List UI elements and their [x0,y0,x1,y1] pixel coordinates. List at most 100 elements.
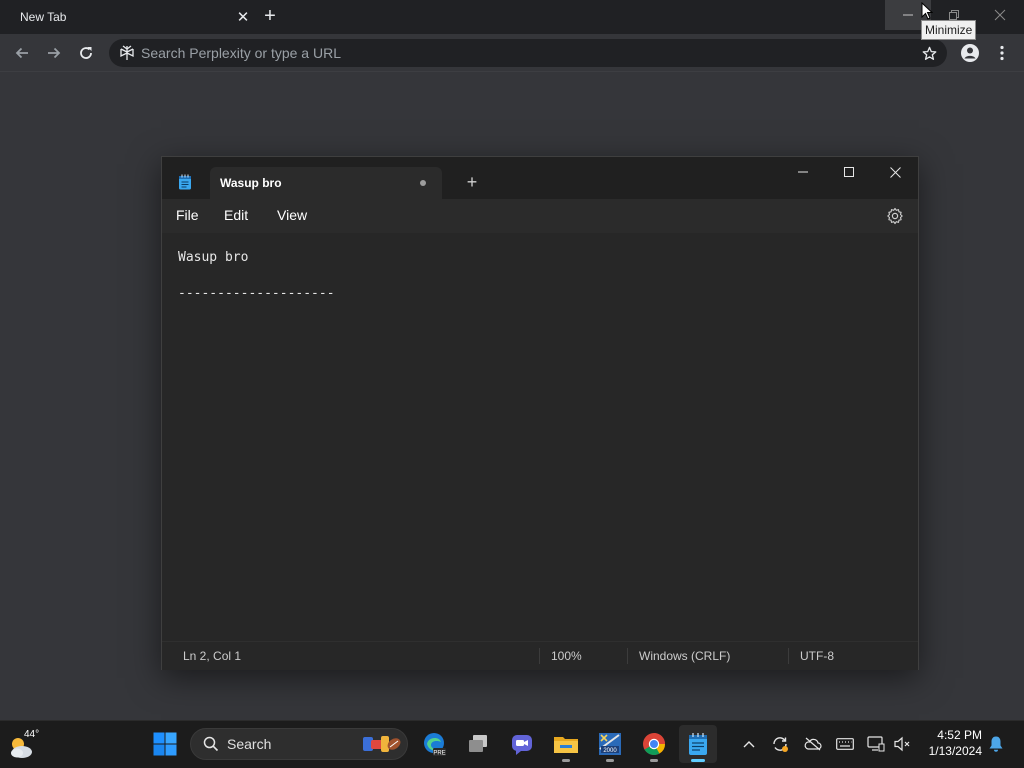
start-button[interactable] [146,725,184,763]
minimize-icon [798,171,808,173]
maximize-icon [844,167,854,177]
back-button[interactable] [10,41,34,65]
new-tab-button[interactable]: + [259,5,281,27]
taskbar: 44° Search PRE 2000 4:52 PM 1/13/2024 [0,720,1024,768]
reload-icon [80,47,92,59]
menu-view[interactable]: View [277,207,307,223]
running-indicator [562,759,570,762]
notepad-new-tab-button[interactable]: + [462,172,482,192]
address-bar[interactable]: Search Perplexity or type a URL [109,39,947,67]
network-icon [867,736,885,752]
notification-bell-icon[interactable] [988,735,1004,753]
clock-date: 1/13/2024 [928,744,982,758]
tray-volume-button[interactable] [893,735,911,753]
notepad-icon [689,733,707,755]
cursor-position-status[interactable]: Ln 2, Col 1 [183,649,241,663]
search-icon [203,736,219,752]
windows-2000-icon: 2000 [599,733,621,755]
menu-edit[interactable]: Edit [224,207,248,223]
browser-tab-title: New Tab [20,10,67,24]
notepad-titlebar[interactable]: Wasup bro + [162,157,918,199]
restore-icon [949,10,959,20]
status-divider [788,648,789,664]
taskbar-teams[interactable] [503,725,541,763]
edge-beta-icon: PRE [424,733,446,757]
text-line-2: -------------------- [178,286,335,301]
notepad-minimize-button[interactable] [780,157,826,187]
svg-text:2000: 2000 [603,748,617,754]
notepad-window: Wasup bro + File Edit View Wasup bro ---… [161,156,919,670]
keyboard-icon [836,738,854,750]
sync-icon [773,737,788,752]
bookmark-star-button[interactable] [919,43,939,63]
profile-button[interactable] [958,41,982,65]
browser-close-button[interactable] [977,0,1023,30]
notepad-tab-title: Wasup bro [220,176,282,190]
address-bar-placeholder: Search Perplexity or type a URL [141,45,341,61]
tray-overflow-button[interactable] [740,735,758,753]
taskbar-windows-2000-app[interactable]: 2000 [591,725,629,763]
folder-icon [554,737,578,753]
taskbar-chrome[interactable] [635,725,673,763]
task-view-icon [469,735,487,752]
search-label: Search [227,736,272,752]
tab-close-icon[interactable]: ✕ [232,8,254,26]
cloud-offline-icon [804,737,822,751]
menu-file[interactable]: File [176,207,199,223]
taskbar-clock[interactable]: 4:52 PM 1/13/2024 [918,727,982,759]
weather-temp: 44° [24,729,40,740]
running-indicator [650,759,658,762]
taskbar-edge-beta[interactable]: PRE [415,725,453,763]
tray-keyboard-button[interactable] [836,735,854,753]
clock-time: 4:52 PM [937,728,982,742]
minimize-tooltip: Minimize [921,20,977,40]
close-icon [994,9,1006,21]
browser-menu-button[interactable] [992,41,1012,65]
volume-muted-icon [894,736,910,752]
notepad-menubar: File Edit View [162,199,918,233]
running-indicator [606,759,614,762]
windows-start-icon [153,732,177,756]
notepad-tab-wasup-bro[interactable]: Wasup bro [210,167,442,199]
tray-sync-button[interactable] [771,735,789,753]
weather-widget[interactable]: 44° [8,729,42,759]
minimize-icon [903,14,913,16]
close-icon [889,166,901,178]
teams-chat-icon [512,735,532,755]
status-divider [627,648,628,664]
back-icon [15,47,28,59]
encoding-status[interactable]: UTF-8 [800,649,834,663]
active-indicator [691,759,705,762]
taskbar-search[interactable]: Search [190,728,408,760]
mouse-cursor-icon [921,2,933,20]
notepad-app-icon [179,174,191,190]
browser-toolbar: Search Perplexity or type a URL [0,34,1024,72]
browser-tabstrip: New Tab ✕ + [0,0,1024,34]
notepad-statusbar: Ln 2, Col 1 100% Windows (CRLF) UTF-8 [162,641,918,670]
more-vert-icon [1000,45,1004,61]
status-divider [539,648,540,664]
unsaved-dot-icon[interactable] [420,180,426,186]
svg-text:PRE: PRE [433,751,445,757]
tray-network-button[interactable] [867,735,885,753]
reload-button[interactable] [74,41,98,65]
notepad-maximize-button[interactable] [826,157,872,187]
chevron-up-icon [743,741,755,748]
settings-gear-icon[interactable] [886,207,904,225]
notepad-text-area[interactable]: Wasup bro -------------------- [162,233,918,639]
profile-icon [961,44,979,62]
notepad-close-button[interactable] [872,157,918,187]
forward-button[interactable] [42,41,66,65]
browser-tab-new-tab[interactable]: New Tab ✕ [8,0,249,34]
taskbar-file-explorer[interactable] [547,725,585,763]
zoom-status[interactable]: 100% [551,649,582,663]
taskbar-task-view[interactable] [459,725,497,763]
tray-onedrive-button[interactable] [804,735,822,753]
line-ending-status[interactable]: Windows (CRLF) [639,649,730,663]
taskbar-notepad[interactable] [679,725,717,763]
search-highlight-icon [363,736,401,752]
perplexity-icon [120,45,134,60]
chrome-icon [643,733,665,755]
text-line-1: Wasup bro [178,250,249,265]
forward-icon [48,47,61,59]
